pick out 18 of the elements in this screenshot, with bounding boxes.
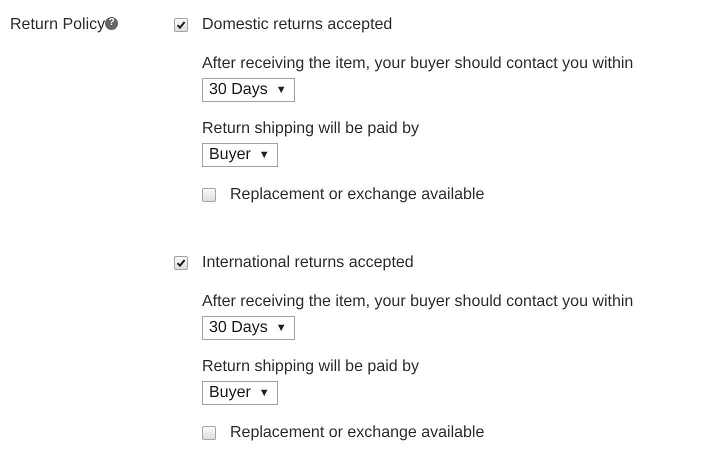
question-text: Return shipping will be paid by: [202, 357, 420, 377]
dropdown[interactable]: 30 Days ▼: [202, 78, 295, 102]
dropdown[interactable]: Buyer ▼: [202, 143, 278, 167]
checkbox[interactable]: [202, 426, 216, 440]
dropdown[interactable]: Buyer ▼: [202, 381, 278, 405]
help-icon[interactable]: ?: [105, 16, 118, 30]
checkbox[interactable]: [174, 18, 188, 32]
dropdown[interactable]: 30 Days ▼: [202, 316, 295, 340]
checkbox-label: Replacement or exchange available: [230, 185, 484, 205]
question-text: After receiving the item, your buyer should contact you within: [202, 292, 634, 312]
checkbox[interactable]: [174, 256, 188, 270]
field-label: Return Policy: [10, 16, 106, 33]
question-text: Return shipping will be paid by: [202, 119, 420, 139]
checkbox[interactable]: [202, 188, 216, 202]
checkbox-label: Domestic returns accepted: [202, 15, 392, 35]
question-text: After receiving the item, your buyer should contact you within: [202, 54, 634, 74]
checkbox-label: Replacement or exchange available: [230, 423, 484, 443]
checkbox-label: International returns accepted: [202, 253, 414, 273]
